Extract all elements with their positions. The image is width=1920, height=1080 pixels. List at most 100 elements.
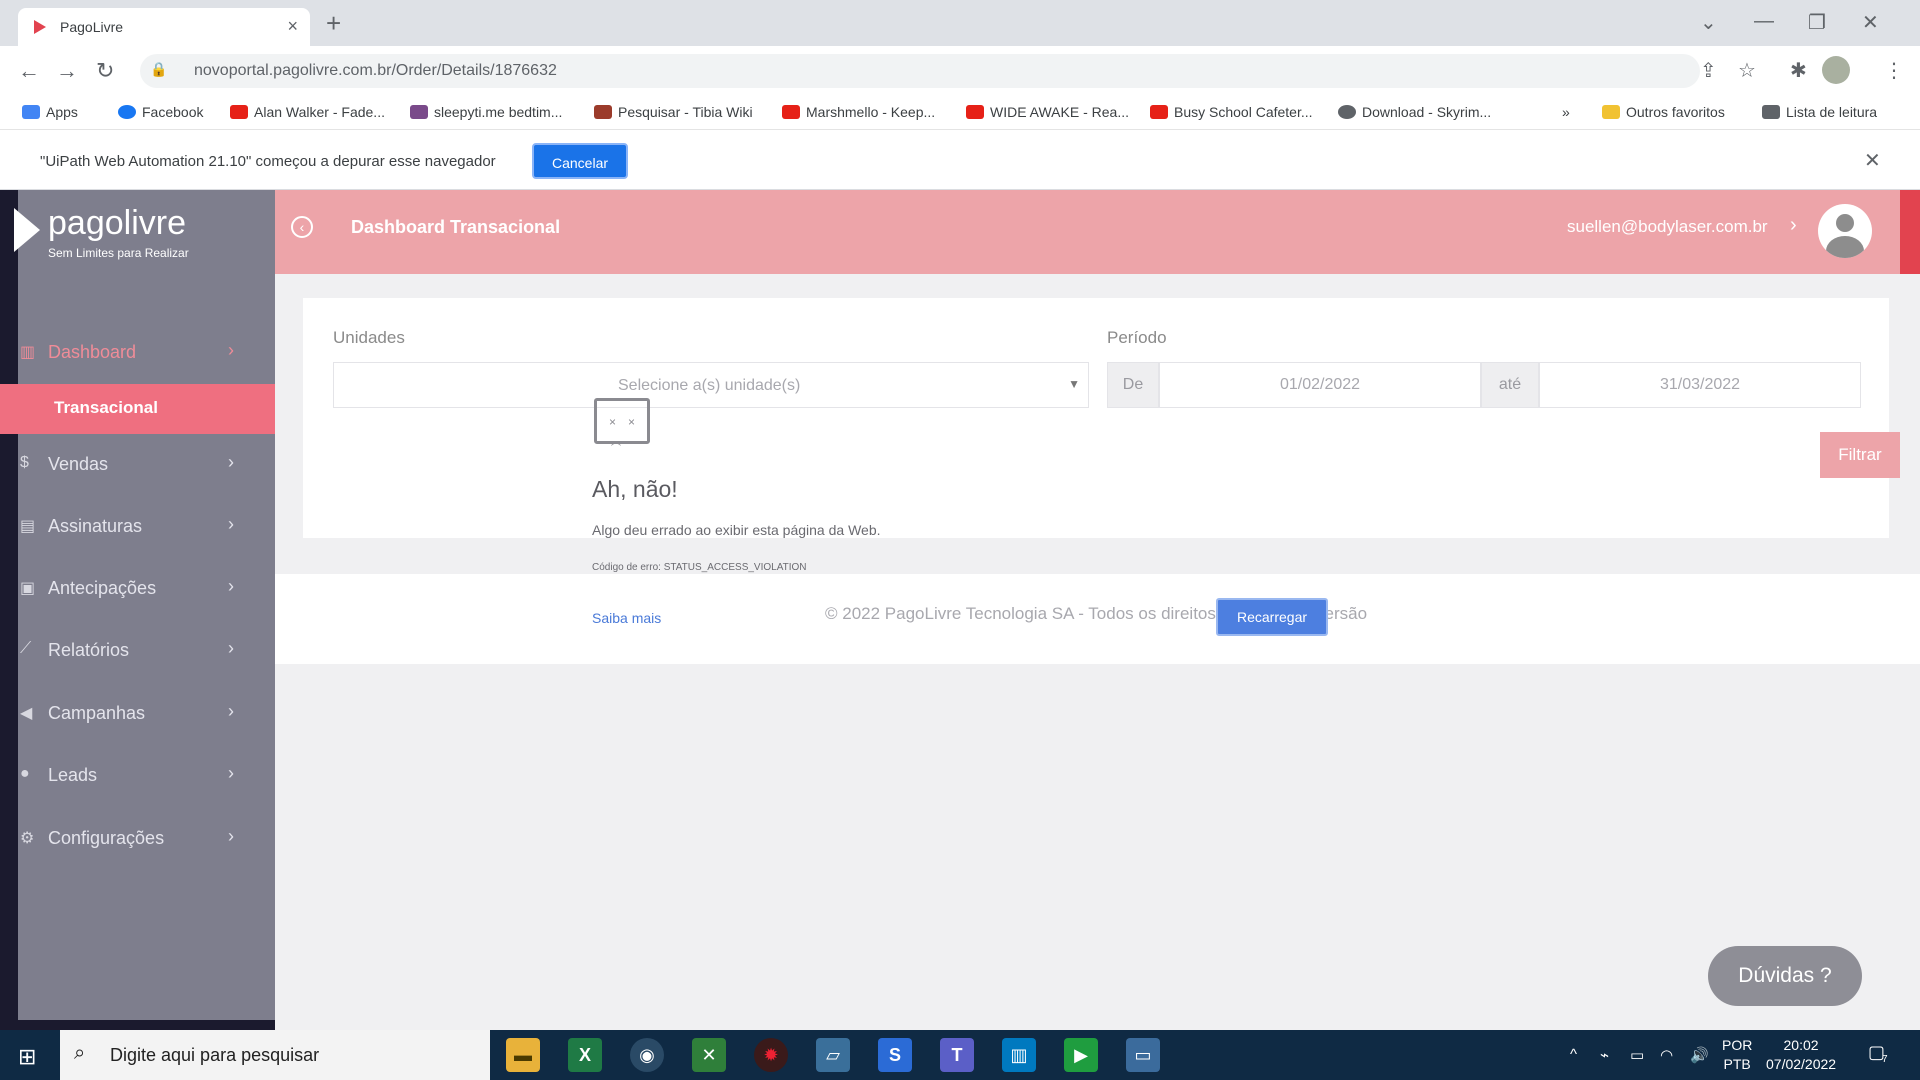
bookmark-sleepytime[interactable]: sleepyti.me bedtim... (410, 104, 562, 120)
bookmark-youtube[interactable]: WIDE AWAKE - Rea... (966, 104, 1129, 120)
close-infobar-icon[interactable]: ✕ (1864, 148, 1881, 173)
bookmark-youtube[interactable]: Marshmello - Keep... (782, 104, 935, 120)
extensions-icon[interactable]: ✱ (1790, 58, 1807, 83)
tab-title: PagoLivre (60, 19, 124, 35)
tab-search-icon[interactable]: ⌄ (1700, 10, 1717, 35)
crash-title: Ah, não! (592, 476, 678, 502)
header-accent-strip (1900, 190, 1920, 274)
wifi-icon[interactable]: ◠ (1660, 1046, 1673, 1064)
sidebar-item-label: Antecipações (48, 578, 157, 598)
app-s-icon[interactable]: S (878, 1038, 912, 1072)
address-bar[interactable]: 🔒 novoportal.pagolivre.com.br/Order/Deta… (140, 54, 1700, 88)
crash-message: Algo deu errado ao exibir esta página da… (592, 522, 881, 538)
network-off-icon[interactable]: ⌁ (1600, 1046, 1609, 1064)
sidebar-item-label: Relatórios (48, 640, 130, 660)
excel-icon[interactable]: X (568, 1038, 602, 1072)
user-email[interactable]: suellen@bodylaser.com.br (1567, 217, 1768, 237)
notes-icon[interactable]: ▱ (816, 1038, 850, 1072)
learn-more-link[interactable]: Saiba mais (592, 610, 661, 626)
language-indicator[interactable]: POR PTB (1722, 1036, 1752, 1074)
bookmark-star-icon[interactable]: ☆ (1738, 58, 1756, 83)
browser-menu-icon[interactable]: ⋮ (1884, 58, 1904, 83)
file-explorer-icon[interactable]: ▬ (506, 1038, 540, 1072)
app-red-icon[interactable]: ✹ (754, 1038, 788, 1072)
profile-avatar[interactable] (1822, 56, 1850, 84)
infobar-message: "UiPath Web Automation 21.10" começou a … (40, 153, 496, 170)
unidades-select[interactable]: Selecione a(s) unidade(s) ▼ (333, 362, 1089, 408)
cancel-debug-button[interactable]: Cancelar (532, 143, 628, 179)
taskbar-search[interactable]: ⌕ Digite aqui para pesquisar (60, 1030, 490, 1080)
reload-button[interactable]: Recarregar (1216, 598, 1328, 636)
unidades-label: Unidades (333, 328, 405, 347)
unidades-placeholder: Selecione a(s) unidade(s) (618, 377, 801, 394)
facebook-icon (118, 105, 136, 119)
reading-list[interactable]: Lista de leitura (1762, 104, 1877, 120)
tibia-icon (594, 105, 612, 119)
sidebar-item-relatorios[interactable]: ⟋ Relatórios › (18, 630, 275, 670)
player-icon[interactable]: ▶ (1064, 1038, 1098, 1072)
help-button[interactable]: Dúvidas ? (1708, 946, 1862, 1006)
bookmark-tibia[interactable]: Pesquisar - Tibia Wiki (594, 104, 753, 120)
notification-count: 7 (1882, 1054, 1888, 1065)
bookmark-download[interactable]: Download - Skyrim... (1338, 104, 1491, 120)
app-window-icon[interactable]: ▭ (1126, 1038, 1160, 1072)
sidebar-item-antecipacoes[interactable]: ▣ Antecipações › (18, 568, 275, 608)
battery-icon[interactable]: ▭ (1630, 1046, 1644, 1064)
avatar-body-icon (1826, 236, 1864, 258)
sidebar-subitem-transacional[interactable]: Transacional (0, 384, 275, 434)
back-circle-icon[interactable]: ‹ (291, 216, 313, 238)
tray-chevron-icon[interactable]: ^ (1570, 1046, 1577, 1063)
trello-icon[interactable]: ▥ (1002, 1038, 1036, 1072)
tool-icon[interactable]: ✕ (692, 1038, 726, 1072)
bookmark-youtube[interactable]: Alan Walker - Fade... (230, 104, 385, 120)
new-tab-button[interactable]: + (326, 8, 341, 39)
sidebar-item-vendas[interactable]: $ Vendas › (18, 444, 275, 484)
chevron-right-icon[interactable]: › (1790, 214, 1797, 237)
bookmark-facebook[interactable]: Facebook (118, 104, 203, 120)
clock[interactable]: 20:02 07/02/2022 (1766, 1036, 1836, 1074)
crash-error-code: Código de erro: STATUS_ACCESS_VIOLATION (592, 562, 807, 573)
megaphone-icon: ◀ (20, 705, 33, 722)
forward-icon[interactable]: → (56, 58, 78, 84)
date-from-input[interactable]: 01/02/2022 (1159, 362, 1481, 408)
share-icon[interactable]: ⇪ (1700, 58, 1717, 83)
filter-button[interactable]: Filtrar (1820, 432, 1900, 478)
close-window-icon[interactable]: ✕ (1862, 10, 1879, 35)
sad-eyes-icon: ×× (609, 415, 648, 429)
user-avatar[interactable] (1818, 204, 1872, 258)
sidebar-item-label: Leads (48, 765, 98, 785)
minimize-icon[interactable]: — (1754, 10, 1774, 33)
restore-icon[interactable]: ❐ (1808, 10, 1826, 35)
browser-toolbar: ← → ↻ 🔒 novoportal.pagolivre.com.br/Orde… (0, 46, 1920, 96)
chrome-icon[interactable]: ◉ (630, 1038, 664, 1072)
gears-icon: ⚙ (20, 830, 35, 847)
users-icon: ● (20, 765, 30, 782)
help-button-label: Dúvidas (1738, 964, 1815, 987)
bookmark-youtube[interactable]: Busy School Cafeter... (1150, 104, 1313, 120)
browser-tab[interactable]: PagoLivre × (18, 8, 310, 46)
page-header: ‹ Dashboard Transacional suellen@bodylas… (275, 190, 1920, 274)
volume-icon[interactable]: 🔊 (1690, 1046, 1709, 1064)
sidebar-item-leads[interactable]: ● Leads › (18, 755, 275, 795)
bookmark-other-favorites[interactable]: Outros favoritos (1602, 104, 1725, 120)
de-label: De (1107, 362, 1159, 408)
reload-icon[interactable]: ↻ (96, 58, 114, 84)
sidebar-item-dashboard[interactable]: ▥ Dashboard › (18, 332, 275, 372)
bookmarks-overflow-button[interactable]: » (1562, 104, 1570, 120)
apps-grid-icon (22, 105, 40, 119)
pagolivre-favicon-icon (34, 20, 46, 34)
ate-label: até (1481, 362, 1539, 408)
date-to-input[interactable]: 31/03/2022 (1539, 362, 1861, 408)
bookmark-apps[interactable]: Apps (22, 104, 78, 120)
teams-icon[interactable]: T (940, 1038, 974, 1072)
notification-center-icon[interactable]: ▢ 7 (1868, 1042, 1894, 1068)
lock-icon: 🔒 (150, 61, 168, 77)
windows-start-icon[interactable]: ⊞ (18, 1044, 36, 1070)
sidebar-item-configuracoes[interactable]: ⚙ Configurações › (18, 818, 275, 858)
sidebar-item-campanhas[interactable]: ◀ Campanhas › (18, 693, 275, 733)
sidebar-item-assinaturas[interactable]: ▤ Assinaturas › (18, 506, 275, 546)
back-icon[interactable]: ← (18, 58, 40, 84)
periodo-label: Período (1107, 328, 1167, 347)
bookmarks-bar: Apps Facebook Alan Walker - Fade... slee… (0, 96, 1920, 130)
tab-close-icon[interactable]: × (287, 16, 298, 37)
